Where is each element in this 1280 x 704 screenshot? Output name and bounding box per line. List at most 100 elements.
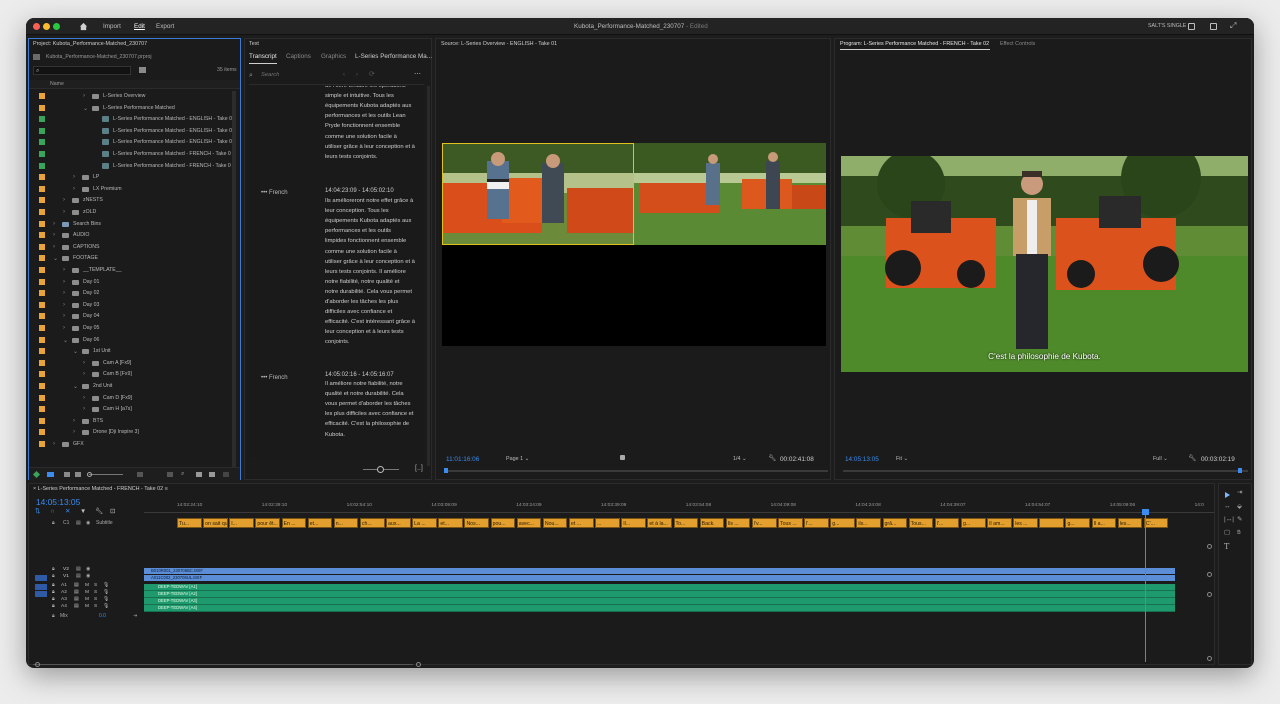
transcript-line[interactable]: utiliser grâce à leur conception et à: [325, 144, 415, 151]
label-color-swatch[interactable]: [39, 209, 45, 215]
lock-icon[interactable]: 🔒︎: [52, 521, 55, 526]
mic-icon[interactable]: 🎙︎: [103, 597, 109, 603]
chevron-down-icon[interactable]: ⌄: [53, 255, 58, 262]
mix-value[interactable]: 0.0: [99, 614, 106, 619]
video-clip-v1[interactable]: A011C002_230706UL.MXF: [144, 575, 1175, 581]
program-playhead[interactable]: [1238, 468, 1242, 473]
label-color-swatch[interactable]: [39, 359, 45, 366]
video-clip-v2[interactable]: B010R001_230706BC.MXF: [144, 568, 1175, 574]
program-time-ruler[interactable]: [843, 470, 1248, 472]
project-row[interactable]: › __TEMPLATE__: [29, 265, 236, 277]
razor-tool-icon[interactable]: ⬙: [1237, 503, 1242, 511]
transcript-line[interactable]: simple et intuitive. Tous les: [325, 93, 394, 100]
name-column-header[interactable]: Name: [29, 80, 240, 89]
zoom-slider[interactable]: [87, 472, 123, 477]
caption-clip[interactable]: C'...: [1143, 518, 1169, 528]
mix-lock-icon[interactable]: 🔒︎: [52, 614, 55, 619]
minimize-window-button[interactable]: [43, 23, 50, 30]
chevron-down-icon[interactable]: ⌄: [83, 105, 88, 112]
caption-clip[interactable]: et à la...: [647, 518, 672, 528]
caption-clip[interactable]: l'...: [934, 518, 960, 528]
track-select-tool-icon[interactable]: ⇥: [1237, 489, 1242, 497]
find-icon[interactable]: ⌕: [181, 471, 184, 477]
scroll-handle-top[interactable]: [1207, 544, 1212, 549]
program-monitor-title[interactable]: Program: L-Series Performance Matched - …: [840, 41, 989, 47]
project-row[interactable]: › Cam H [a7s]: [29, 404, 236, 416]
h-scroll-right-handle[interactable]: [416, 662, 421, 667]
project-scrollbar[interactable]: [232, 91, 236, 469]
caption-clip[interactable]: ch...: [359, 518, 385, 528]
timeline-sequence-tab[interactable]: × L-Series Performance Matched - FRENCH …: [33, 486, 168, 492]
pen-tool-icon[interactable]: ✎: [1237, 516, 1242, 524]
source-patch-audio[interactable]: [35, 591, 47, 597]
project-row[interactable]: ⌄ Day 06: [29, 335, 236, 347]
menu-export[interactable]: Export: [156, 23, 174, 30]
caption-clip[interactable]: Il am...: [987, 518, 1012, 528]
page-select[interactable]: Page 1 ⌄: [506, 456, 529, 462]
transcript-line[interactable]: vous permet d'aborder les tâches: [325, 401, 411, 408]
chevron-right-icon[interactable]: ›: [73, 174, 75, 180]
transcript-line[interactable]: Kubota.: [325, 432, 345, 439]
chevron-right-icon[interactable]: ›: [63, 325, 65, 331]
caption-clip[interactable]: To...: [673, 518, 699, 528]
transcript-zoom-slider[interactable]: [363, 466, 399, 473]
timeline-settings-icon[interactable]: 🔧︎: [95, 508, 103, 515]
add-marker-icon[interactable]: ▼: [80, 508, 86, 515]
source-timecode[interactable]: 11:01:16:06: [446, 456, 479, 463]
chevron-right-icon[interactable]: ›: [83, 406, 85, 412]
wrench-icon[interactable]: 🔧︎: [768, 455, 776, 463]
caption-clip[interactable]: La ...: [412, 518, 437, 528]
menu-import[interactable]: Import: [103, 23, 121, 30]
caption-clip[interactable]: Il...: [621, 518, 646, 528]
project-row[interactable]: ⌄ 1st Unit: [29, 346, 236, 358]
transcript-line[interactable]: leurs tests conjoints.: [325, 154, 378, 161]
sync-lock-icon[interactable]: ▤: [76, 567, 81, 573]
label-color-swatch[interactable]: [39, 313, 45, 320]
scroll-handle-bottom[interactable]: [1207, 656, 1212, 661]
project-row[interactable]: › GFX: [29, 439, 236, 451]
automate-icon[interactable]: [167, 472, 173, 477]
ripple-edit-tool-icon[interactable]: ↔: [1224, 503, 1231, 511]
label-color-swatch[interactable]: [39, 336, 45, 343]
list-view-icon[interactable]: [47, 472, 54, 477]
caption-clip[interactable]: ils...: [856, 518, 882, 528]
label-color-swatch[interactable]: [39, 93, 45, 99]
project-search-input[interactable]: ⌕: [33, 66, 131, 75]
transcript-scrollbar[interactable]: [427, 86, 430, 466]
chevron-right-icon[interactable]: ›: [53, 232, 55, 238]
audio-clip[interactable]: DEEP-TEDWAV [A3]: [144, 598, 1175, 605]
project-panel-title[interactable]: Project: Kubota_Performance-Matched_2307…: [33, 41, 147, 47]
prev-result-icon[interactable]: ‹: [343, 72, 345, 78]
chevron-down-icon[interactable]: ⌄: [73, 348, 78, 355]
caption-clip[interactable]: Ils ...: [725, 518, 751, 528]
transcript-line[interactable]: Ils amélioreront notre effet grâce à: [325, 198, 413, 205]
caption-clip[interactable]: pour êt...: [255, 518, 281, 528]
audio-clip[interactable]: DEEP-TEDWAV [A2]: [144, 591, 1175, 598]
project-row[interactable]: L-Series Performance Matched - ENGLISH -…: [29, 126, 236, 138]
caption-clip[interactable]: les ...: [1013, 518, 1038, 528]
transcript-line[interactable]: difficiles avec confiance et: [325, 309, 392, 316]
project-row[interactable]: › CAPTIONS: [29, 242, 236, 254]
effect-controls-tab[interactable]: Effect Controls: [1000, 41, 1035, 47]
chevron-right-icon[interactable]: ›: [53, 244, 55, 250]
rectangle-tool-icon[interactable]: ▢: [1224, 529, 1230, 537]
transcript-line[interactable]: performances et les outils Lean: [325, 113, 406, 120]
caption-clip[interactable]: l'...: [804, 518, 829, 528]
transcript-line[interactable]: équipements Kubota adaptés aux: [325, 103, 411, 110]
transcript-line[interactable]: leurs tests conjoints. Il améliore: [325, 269, 406, 276]
source-monitor-title[interactable]: Source: L-Series Overview - ENGLISH - Ta…: [441, 41, 557, 47]
timeline-playhead[interactable]: [1142, 509, 1149, 515]
label-color-swatch[interactable]: [39, 127, 45, 134]
transcript-line[interactable]: les plus difficiles avec confiance et: [325, 411, 414, 418]
more-options-icon[interactable]: ⋯: [414, 71, 421, 78]
mic-icon[interactable]: 🎙︎: [103, 590, 109, 596]
project-row[interactable]: › BTS: [29, 416, 236, 428]
chevron-down-icon[interactable]: ⌄: [73, 383, 78, 390]
track-toggle-icon[interactable]: ▤: [76, 521, 81, 526]
label-color-swatch[interactable]: [39, 301, 45, 308]
caption-clip[interactable]: on sait que, en géné...: [203, 518, 228, 528]
expand-icon[interactable]: [..]: [415, 465, 423, 472]
audio-clip[interactable]: DEEP-TEDWAV [A1]: [144, 584, 1175, 591]
source-playhead[interactable]: [444, 468, 448, 473]
project-row[interactable]: › L-Series Overview: [29, 91, 236, 103]
